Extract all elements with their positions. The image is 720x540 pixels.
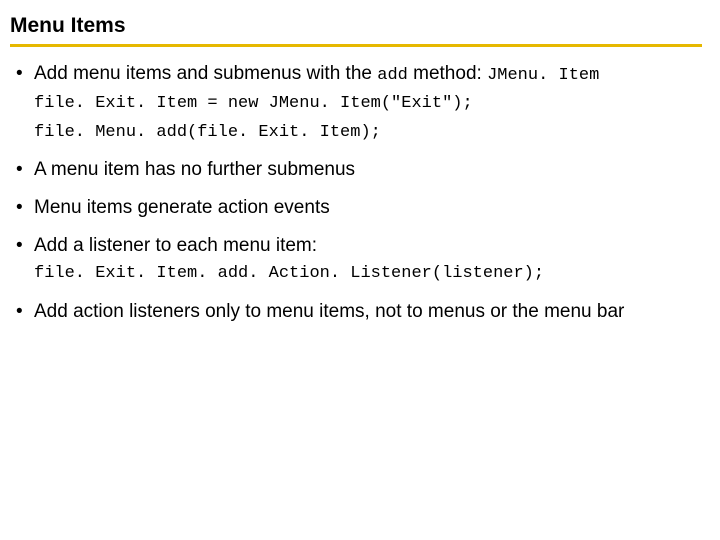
bullet-4: Add a listener to each menu item: file. … <box>16 233 702 287</box>
bullet-1-code1: add <box>377 66 408 85</box>
bullet-4-code: file. Exit. Item. add. Action. Listener(… <box>34 262 702 287</box>
bullet-1: Add menu items and submenus with the add… <box>16 61 702 145</box>
bullet-1-code-line1: file. Exit. Item = new JMenu. Item("Exit… <box>34 92 702 117</box>
bullet-2-text: A menu item has no further submenus <box>34 159 355 180</box>
bullet-5: Add action listeners only to menu items,… <box>16 299 702 325</box>
bullet-3-text: Menu items generate action events <box>34 197 330 218</box>
bullet-2: A menu item has no further submenus <box>16 157 702 183</box>
bullet-1-text: Add menu items and submenus with the add… <box>34 63 599 84</box>
bullet-list: Add menu items and submenus with the add… <box>10 61 702 324</box>
bullet-1-lead: Add menu items and submenus with the <box>34 63 377 84</box>
bullet-4-text: Add a listener to each menu item: <box>34 235 317 256</box>
bullet-1-mid: method: <box>408 63 487 84</box>
bullet-1-code-line2: file. Menu. add(file. Exit. Item); <box>34 121 702 146</box>
bullet-5-text: Add action listeners only to menu items,… <box>34 301 624 322</box>
bullet-3: Menu items generate action events <box>16 195 702 221</box>
slide: Menu Items Add menu items and submenus w… <box>0 0 720 324</box>
slide-title: Menu Items <box>10 14 702 47</box>
bullet-1-code2: JMenu. Item <box>487 66 599 85</box>
